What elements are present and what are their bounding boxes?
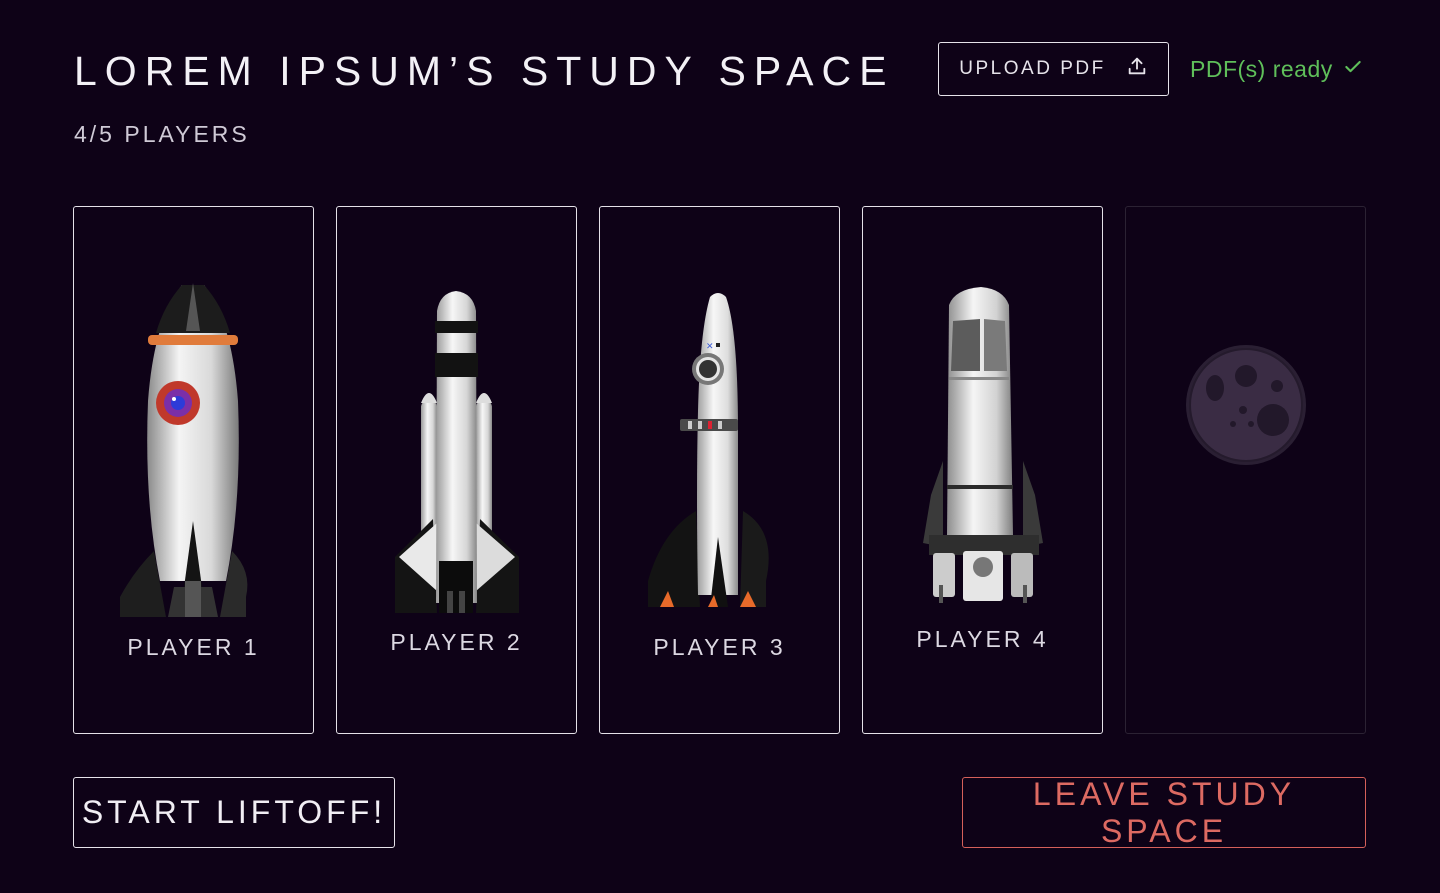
pdf-status-text: PDF(s) ready	[1190, 56, 1333, 82]
leave-study-space-button[interactable]: LEAVE STUDY SPACE	[962, 776, 1366, 849]
player-label-1: PLAYER 1	[127, 634, 260, 660]
page-title: LOREM IPSUM’S STUDY SPACE	[74, 48, 895, 94]
rocket-classic-icon	[120, 283, 248, 617]
player-label-3: PLAYER 3	[653, 634, 786, 660]
rocket-slim-icon: ✕	[648, 293, 769, 607]
player-slot-3: ✕ PLAYER 3	[599, 206, 840, 734]
empty-player-slot	[1125, 206, 1366, 734]
upload-icon	[1126, 55, 1148, 83]
rocket-heavy-icon	[923, 287, 1043, 603]
pdf-status: PDF(s) ready	[1190, 55, 1363, 83]
start-liftoff-button[interactable]: START LIFTOFF!	[73, 777, 395, 848]
upload-pdf-button[interactable]: UPLOAD PDF	[938, 42, 1169, 96]
player-slot-2: PLAYER 2	[336, 206, 577, 734]
svg-text:✕: ✕	[706, 342, 714, 352]
rocket-shuttle-icon	[395, 291, 519, 613]
player-label-4: PLAYER 4	[916, 626, 1049, 652]
players-count: 4/5 PLAYERS	[74, 121, 250, 147]
player-label-2: PLAYER 2	[390, 629, 523, 655]
player-slot-4: PLAYER 4	[862, 206, 1103, 734]
checkmark-icon	[1343, 55, 1363, 83]
upload-pdf-label: UPLOAD PDF	[959, 58, 1106, 79]
player-slot-1: PLAYER 1	[73, 206, 314, 734]
moon-icon	[1186, 345, 1306, 465]
